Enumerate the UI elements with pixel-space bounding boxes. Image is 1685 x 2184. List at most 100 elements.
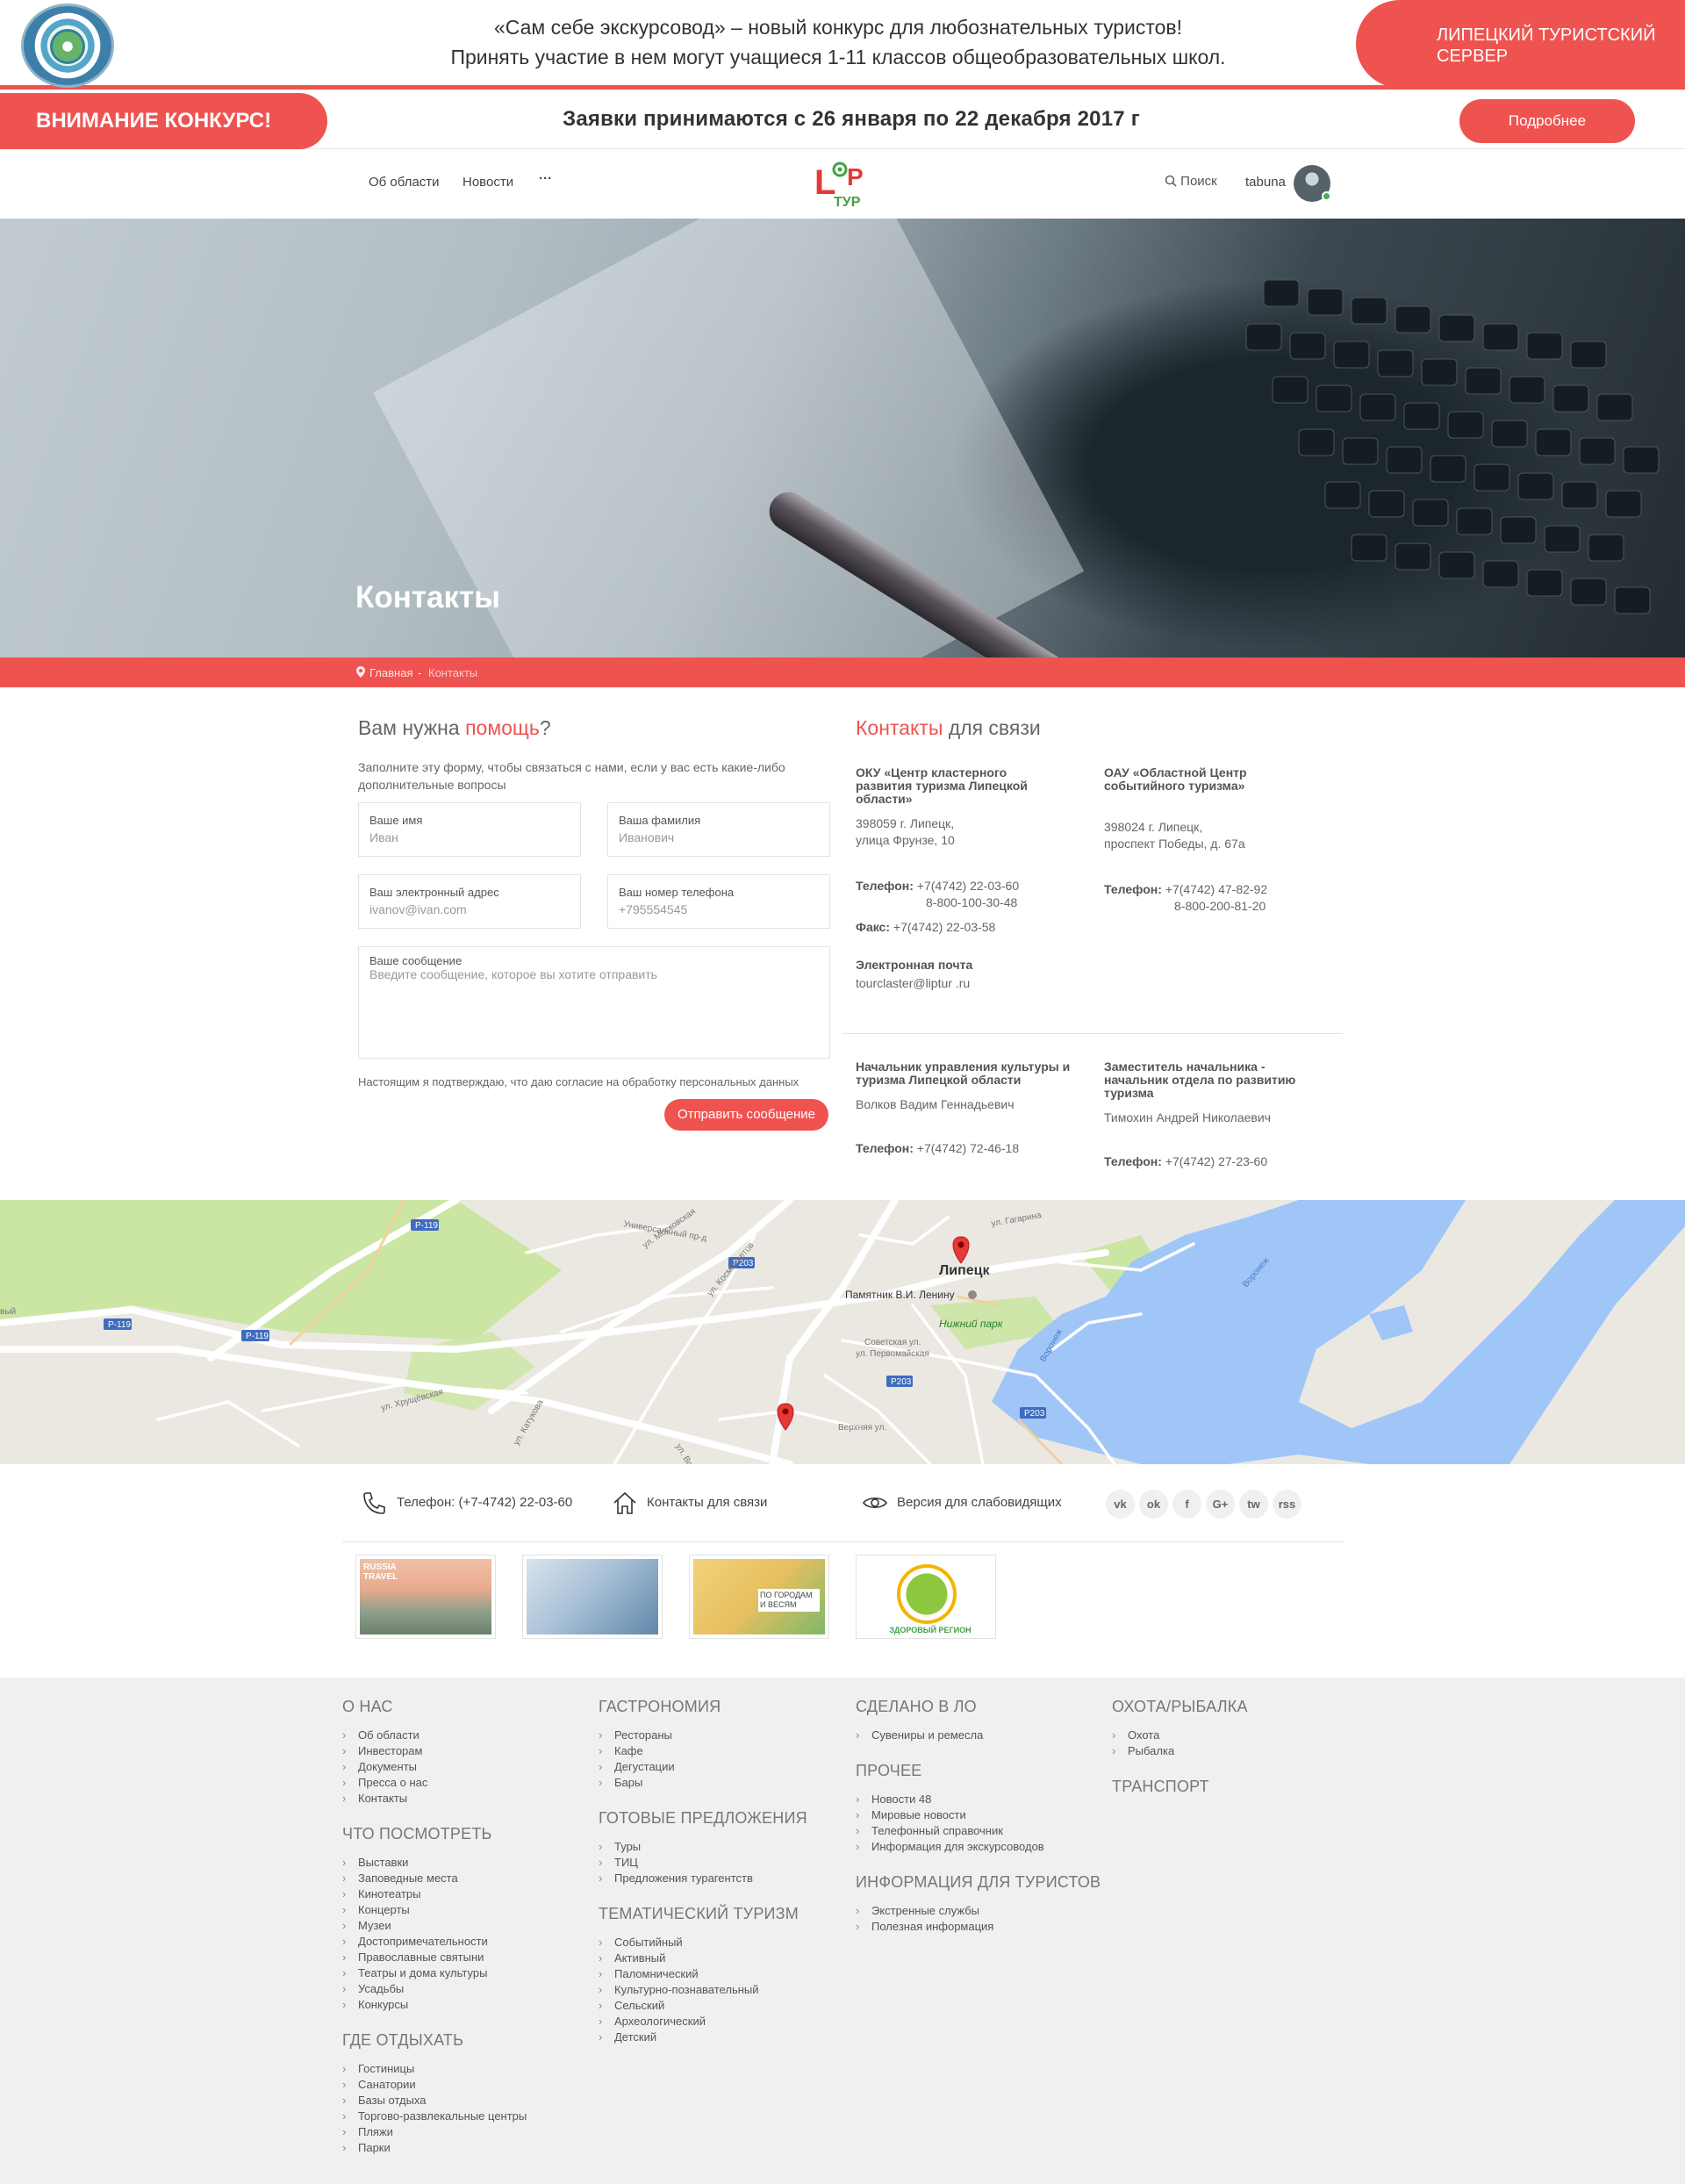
rss-icon[interactable]: rss bbox=[1273, 1490, 1301, 1519]
sitemap-section-title[interactable]: ЧТО ПОСМОТРЕТЬ bbox=[342, 1825, 588, 1843]
sitemap-link[interactable]: Новости 48 bbox=[856, 1792, 1101, 1807]
person2-phone[interactable]: +7(4742) 27-23-60 bbox=[1165, 1154, 1267, 1168]
sitemap-link[interactable]: Музеи bbox=[342, 1918, 588, 1934]
banner-healthy-region[interactable]: ЗДОРОВЫЙ РЕГИОН bbox=[856, 1555, 996, 1639]
sitemap-section-title[interactable]: ТЕМАТИЧЕСКИЙ ТУРИЗМ bbox=[599, 1905, 844, 1923]
tourist-server-link[interactable]: ЛИПЕЦКИЙ ТУРИСТСКИЙ СЕРВЕР bbox=[1356, 0, 1685, 88]
org2-phone2[interactable]: 8-800-200-81-20 bbox=[1104, 898, 1306, 915]
sitemap-link[interactable]: Сувениры и ремесла bbox=[856, 1728, 1101, 1743]
map[interactable]: Р-119 Р-119 Р-119 Р203 Р203 Р203 вый ул.… bbox=[0, 1200, 1685, 1464]
sitemap-link[interactable]: Концерты bbox=[342, 1902, 588, 1918]
odnoklassniki-icon[interactable]: ok bbox=[1139, 1490, 1168, 1519]
sitemap-link[interactable]: Парки bbox=[342, 2140, 588, 2156]
sitemap-link[interactable]: Усадьбы bbox=[342, 1981, 588, 1997]
sitemap-link[interactable]: Пляжи bbox=[342, 2124, 588, 2140]
sitemap-link[interactable]: Выставки bbox=[342, 1855, 588, 1871]
twitter-icon[interactable]: tw bbox=[1239, 1490, 1268, 1519]
sitemap-link[interactable]: Сельский bbox=[599, 1998, 844, 2014]
sitemap-section-title[interactable]: ТРАНСПОРТ bbox=[1112, 1778, 1358, 1796]
sitemap-section-title[interactable]: ГАСТРОНОМИЯ bbox=[599, 1698, 844, 1716]
sitemap-link[interactable]: Полезная информация bbox=[856, 1919, 1101, 1935]
org1-phone1[interactable]: +7(4742) 22-03-60 bbox=[917, 879, 1019, 893]
sitemap-link[interactable]: Инвесторам bbox=[342, 1743, 588, 1759]
sitemap-link[interactable]: Пресса о нас bbox=[342, 1775, 588, 1791]
org1-phone2[interactable]: 8-800-100-30-48 bbox=[856, 894, 1066, 911]
email-input[interactable]: ivanov@ivan.com bbox=[369, 902, 467, 916]
sitemap-link[interactable]: Бары bbox=[599, 1775, 844, 1791]
sitemap-link[interactable]: Детский bbox=[599, 2030, 844, 2045]
sitemap-link[interactable]: Гостиницы bbox=[342, 2061, 588, 2077]
send-message-button[interactable]: Отправить сообщение bbox=[664, 1099, 828, 1131]
phone-input[interactable]: +795554545 bbox=[619, 902, 687, 916]
nav-item-about[interactable]: Об области bbox=[369, 175, 440, 190]
sitemap-link[interactable]: Телефонный справочник bbox=[856, 1823, 1101, 1839]
sitemap-link[interactable]: Информация для экскурсоводов bbox=[856, 1839, 1101, 1855]
sitemap-link[interactable]: Экстренные службы bbox=[856, 1903, 1101, 1919]
banner-towns-villages[interactable]: ПО ГОРОДАМ И ВЕСЯМ bbox=[689, 1555, 829, 1639]
sitemap-section-title[interactable]: ГОТОВЫЕ ПРЕДЛОЖЕНИЯ bbox=[599, 1809, 844, 1828]
sitemap-section-title[interactable]: ОХОТА/РЫБАЛКА bbox=[1112, 1698, 1358, 1716]
sitemap-section-title[interactable]: ПРОЧЕЕ bbox=[856, 1762, 1101, 1780]
sitemap-link[interactable]: Археологический bbox=[599, 2014, 844, 2030]
sitemap-link[interactable]: Заповедные места bbox=[342, 1871, 588, 1886]
sitemap-section-title[interactable]: СДЕЛАНО В ЛО bbox=[856, 1698, 1101, 1716]
search-button[interactable]: Поиск bbox=[1165, 174, 1217, 189]
sitemap-link[interactable]: Торгово-развлекальные центры bbox=[342, 2109, 588, 2124]
sitemap-link[interactable]: Конкурсы bbox=[342, 1997, 588, 2013]
sitemap-link[interactable]: Событийный bbox=[599, 1935, 844, 1951]
liptur-logo[interactable]: L P ТУР bbox=[814, 159, 871, 210]
sitemap-link[interactable]: Паломнический bbox=[599, 1966, 844, 1982]
sitemap-link[interactable]: Кафе bbox=[599, 1743, 844, 1759]
sitemap-link[interactable]: Санатории bbox=[342, 2077, 588, 2093]
nav-item-news[interactable]: Новости bbox=[462, 175, 513, 190]
sitemap-link[interactable]: Театры и дома культуры bbox=[342, 1965, 588, 1981]
sitemap-link[interactable]: Кинотеатры bbox=[342, 1886, 588, 1902]
sitemap-section-title[interactable]: ГДЕ ОТДЫХАТЬ bbox=[342, 2031, 588, 2050]
facebook-icon[interactable]: f bbox=[1172, 1490, 1201, 1519]
sitemap-link[interactable]: Базы отдыха bbox=[342, 2093, 588, 2109]
vk-icon[interactable]: vk bbox=[1106, 1490, 1135, 1519]
sitemap-link[interactable]: Рыбалка bbox=[1112, 1743, 1358, 1759]
sitemap-link[interactable]: Культурно-познавательный bbox=[599, 1982, 844, 1998]
sitemap-link[interactable]: Документы bbox=[342, 1759, 588, 1775]
sitemap-section-title[interactable]: О НАС bbox=[342, 1698, 588, 1716]
contest-more-button[interactable]: Подробнее bbox=[1459, 99, 1635, 143]
tourism-emblem-logo[interactable] bbox=[21, 4, 114, 88]
sitemap-link[interactable]: Мировые новости bbox=[856, 1807, 1101, 1823]
last-name-input[interactable]: Иванович bbox=[619, 830, 674, 844]
sitemap-link[interactable]: ТИЦ bbox=[599, 1855, 844, 1871]
sitemap-link[interactable]: Туры bbox=[599, 1839, 844, 1855]
breadcrumb-home[interactable]: Главная bbox=[369, 666, 412, 679]
sitemap-link[interactable]: Предложения турагентств bbox=[599, 1871, 844, 1886]
google-plus-icon[interactable]: G+ bbox=[1206, 1490, 1235, 1519]
user-name[interactable]: tabuna bbox=[1245, 175, 1286, 190]
sitemap-link[interactable]: Рестораны bbox=[599, 1728, 844, 1743]
sitemap-link[interactable]: Контакты bbox=[342, 1791, 588, 1807]
footer-contacts-link[interactable]: Контакты для связи bbox=[647, 1495, 767, 1510]
sitemap-link[interactable]: Православные святыни bbox=[342, 1950, 588, 1965]
sitemap-link[interactable]: Активный bbox=[599, 1951, 844, 1966]
footer-phone[interactable]: Телефон: (+7-4742) 22-03-60 bbox=[397, 1495, 572, 1510]
message-textarea[interactable]: Введите сообщение, которое вы хотите отп… bbox=[369, 967, 657, 981]
promo-text[interactable]: «Сам себе экскурсовод» – новый конкурс д… bbox=[333, 12, 1343, 72]
message-field[interactable]: Ваше сообщение Введите сообщение, которо… bbox=[358, 946, 830, 1059]
sitemap-link[interactable]: Дегустации bbox=[599, 1759, 844, 1775]
accessibility-link[interactable]: Версия для слабовидящих bbox=[897, 1495, 1062, 1510]
phone-field[interactable]: Ваш номер телефона +795554545 bbox=[607, 874, 830, 929]
map-canvas[interactable]: Р-119 Р-119 Р-119 Р203 Р203 Р203 вый ул.… bbox=[0, 1200, 1685, 1464]
email-field[interactable]: Ваш электронный адрес ivanov@ivan.com bbox=[358, 874, 581, 929]
org2-phone1[interactable]: +7(4742) 47-82-92 bbox=[1165, 882, 1267, 896]
nav-more-icon[interactable]: ··· bbox=[539, 171, 552, 186]
sitemap-section-title[interactable]: ИНФОРМАЦИЯ ДЛЯ ТУРИСТОВ bbox=[856, 1873, 1101, 1892]
sitemap-link[interactable]: Охота bbox=[1112, 1728, 1358, 1743]
last-name-field[interactable]: Ваша фамилия Иванович bbox=[607, 802, 830, 857]
person1-phone[interactable]: +7(4742) 72-46-18 bbox=[917, 1141, 1019, 1155]
sitemap-link[interactable]: Об области bbox=[342, 1728, 588, 1743]
first-name-input[interactable]: Иван bbox=[369, 830, 398, 844]
first-name-field[interactable]: Ваше имя Иван bbox=[358, 802, 581, 857]
banner-tourism-projects[interactable] bbox=[522, 1555, 663, 1639]
avatar[interactable] bbox=[1294, 165, 1331, 202]
org1-email[interactable]: tourclaster@liptur .ru bbox=[856, 975, 1066, 992]
sitemap-link[interactable]: Достопримечательности bbox=[342, 1934, 588, 1950]
banner-russia-travel[interactable]: RUSSIA TRAVEL bbox=[355, 1555, 496, 1639]
